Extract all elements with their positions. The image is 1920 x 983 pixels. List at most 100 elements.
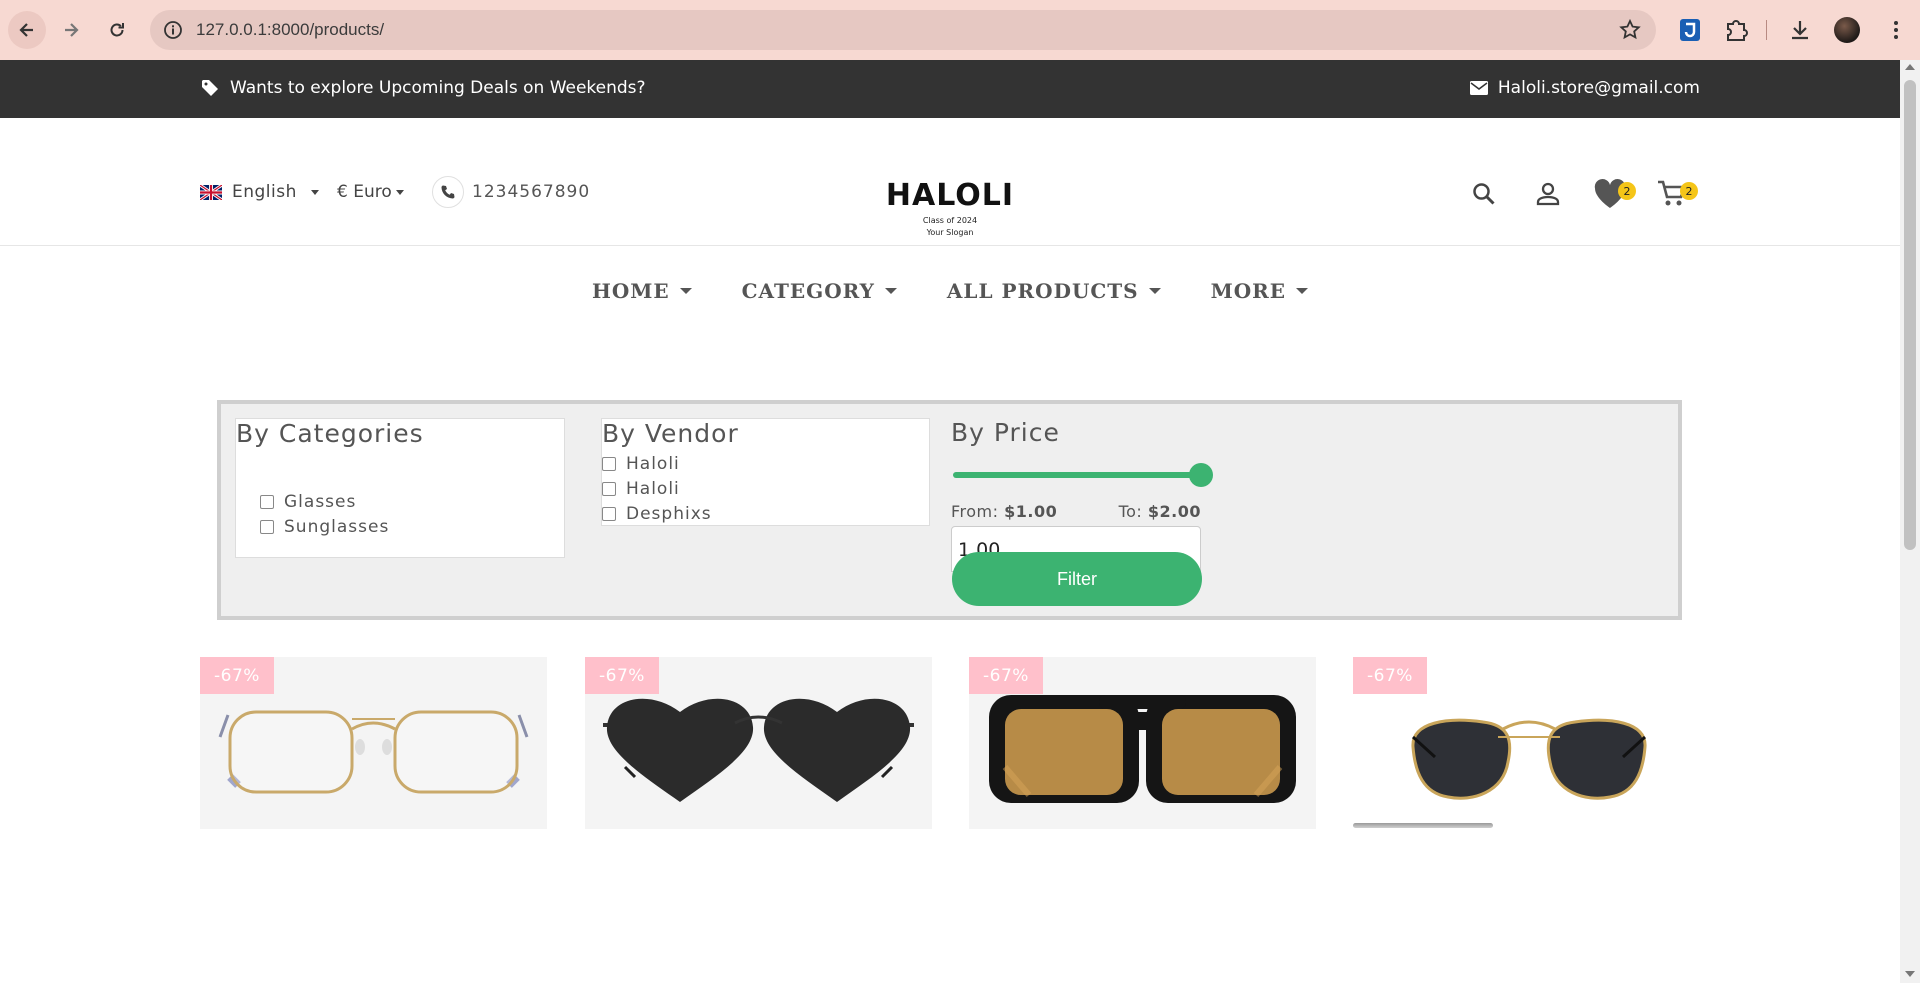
currency-selector[interactable]: € Euro <box>337 182 404 202</box>
checkbox[interactable] <box>602 481 616 496</box>
back-icon <box>19 23 33 37</box>
vendor-filter-title: By Vendor <box>602 419 739 448</box>
logo-slogan: Your Slogan <box>926 228 974 237</box>
scrollbar-thumb[interactable] <box>1904 80 1916 550</box>
discount-badge: -67% <box>1353 657 1427 694</box>
price-filter-title: By Price <box>951 418 1060 447</box>
logo-line1: Class of 2024 <box>922 216 978 225</box>
promo-text: Wants to explore Upcoming Deals on Weeke… <box>230 78 646 98</box>
chevron-down-icon <box>395 189 404 195</box>
chevron-down-icon <box>679 288 692 294</box>
from-label: From: <box>951 502 999 521</box>
language-label: English <box>232 182 297 202</box>
option-label: Haloli <box>626 453 680 474</box>
more-icon[interactable] <box>1884 18 1908 42</box>
category-filter: By Categories Glasses Sunglasses <box>235 418 565 558</box>
nav-all-products-label: ALL PRODUCTS <box>946 279 1139 303</box>
phone-number: 1234567890 <box>472 182 591 202</box>
back-button[interactable] <box>8 11 46 49</box>
discount-badge: -67% <box>969 657 1043 694</box>
profile-avatar[interactable] <box>1834 17 1860 43</box>
cart-button[interactable]: 2 <box>1654 176 1698 212</box>
phone-contact[interactable]: 1234567890 <box>432 176 590 208</box>
vendor-filter: By Vendor Haloli Haloli Desphixs <box>601 418 930 526</box>
option-label: Glasses <box>284 491 357 512</box>
url-text[interactable]: 127.0.0.1:8000/products/ <box>196 20 384 40</box>
account-button[interactable] <box>1530 176 1566 212</box>
reload-icon <box>110 23 124 37</box>
category-filter-title: By Categories <box>236 419 424 448</box>
checkbox[interactable] <box>260 519 274 534</box>
page-scrollbar[interactable] <box>1900 60 1920 983</box>
discount-badge: -67% <box>585 657 659 694</box>
header-actions: 2 2 <box>1466 176 1698 212</box>
phone-icon-wrap <box>432 176 464 208</box>
filter-button[interactable]: Filter <box>952 552 1202 606</box>
scroll-down-icon[interactable] <box>1905 971 1915 977</box>
chevron-down-icon <box>884 288 897 294</box>
product-shadow <box>1353 823 1493 828</box>
to-label: To: <box>1118 502 1143 521</box>
chevron-down-icon <box>1148 288 1161 294</box>
price-range-readout: From: $1.00 To: $2.00 <box>951 502 1201 521</box>
tag-icon <box>202 80 218 96</box>
category-option-sunglasses[interactable]: Sunglasses <box>260 514 389 539</box>
user-icon <box>1536 182 1560 206</box>
contact-email[interactable]: Haloli.store@gmail.com <box>1469 78 1700 98</box>
forward-icon <box>65 23 79 37</box>
forward-button[interactable] <box>52 11 90 49</box>
product-filter-panel: By Categories Glasses Sunglasses By Vend… <box>217 400 1682 620</box>
chevron-down-icon <box>310 189 319 195</box>
cart-count-badge: 2 <box>1680 182 1698 200</box>
logo-name: HALOLI <box>885 178 1015 213</box>
nav-more[interactable]: MORE <box>1210 279 1309 303</box>
nav-more-label: MORE <box>1210 279 1287 303</box>
toolbar-divider <box>1766 20 1767 40</box>
checkbox[interactable] <box>602 456 616 471</box>
phone-icon <box>441 185 455 199</box>
nav-home-label: HOME <box>591 279 670 303</box>
reload-button[interactable] <box>98 11 136 49</box>
category-option-glasses[interactable]: Glasses <box>260 489 389 514</box>
site-header: English € Euro 1234567890 HALOLI Class o… <box>0 118 1900 246</box>
search-icon <box>1473 183 1495 205</box>
checkbox[interactable] <box>602 506 616 521</box>
nav-category-label: CATEGORY <box>741 279 875 303</box>
page-viewport: Wants to explore Upcoming Deals on Weeke… <box>0 60 1900 983</box>
site-logo[interactable]: HALOLI Class of 2024 Your Slogan <box>880 178 1020 239</box>
wishlist-button[interactable]: 2 <box>1592 176 1636 212</box>
puzzle-icon[interactable] <box>1722 16 1750 44</box>
announcement-bar: Wants to explore Upcoming Deals on Weeke… <box>0 60 1900 118</box>
download-icon[interactable] <box>1786 16 1814 44</box>
option-label: Desphixs <box>626 503 712 524</box>
vendor-option-haloli-2[interactable]: Haloli <box>602 476 712 501</box>
nav-home[interactable]: HOME <box>592 279 692 303</box>
language-selector[interactable]: English <box>200 182 319 202</box>
main-navigation: HOME CATEGORY ALL PRODUCTS MORE <box>0 246 1900 336</box>
star-icon[interactable] <box>1618 18 1642 42</box>
to-value: $2.00 <box>1147 502 1201 521</box>
mail-icon <box>1469 81 1488 95</box>
slider-handle[interactable] <box>1189 463 1213 487</box>
nav-category[interactable]: CATEGORY <box>742 279 897 303</box>
scroll-up-icon[interactable] <box>1905 64 1915 70</box>
product-card[interactable]: -67% <box>585 657 932 829</box>
product-card[interactable]: -67% <box>969 657 1316 829</box>
extension-icon[interactable] <box>1676 16 1704 44</box>
product-card[interactable]: -67% <box>200 657 547 829</box>
chevron-down-icon <box>1296 288 1309 294</box>
discount-badge: -67% <box>200 657 274 694</box>
from-value: $1.00 <box>1004 502 1058 521</box>
option-label: Sunglasses <box>284 516 390 537</box>
nav-all-products[interactable]: ALL PRODUCTS <box>947 279 1161 303</box>
price-range-slider[interactable] <box>953 463 1213 487</box>
checkbox[interactable] <box>260 494 274 509</box>
info-icon[interactable] <box>162 19 184 41</box>
price-from: From: $1.00 <box>951 502 1057 521</box>
product-card[interactable]: -67% <box>1353 657 1700 829</box>
vendor-option-desphixs[interactable]: Desphixs <box>602 501 712 526</box>
search-button[interactable] <box>1466 176 1502 212</box>
address-bar[interactable]: 127.0.0.1:8000/products/ <box>150 10 1656 50</box>
vendor-option-haloli[interactable]: Haloli <box>602 451 712 476</box>
promo-message[interactable]: Wants to explore Upcoming Deals on Weeke… <box>200 78 646 98</box>
